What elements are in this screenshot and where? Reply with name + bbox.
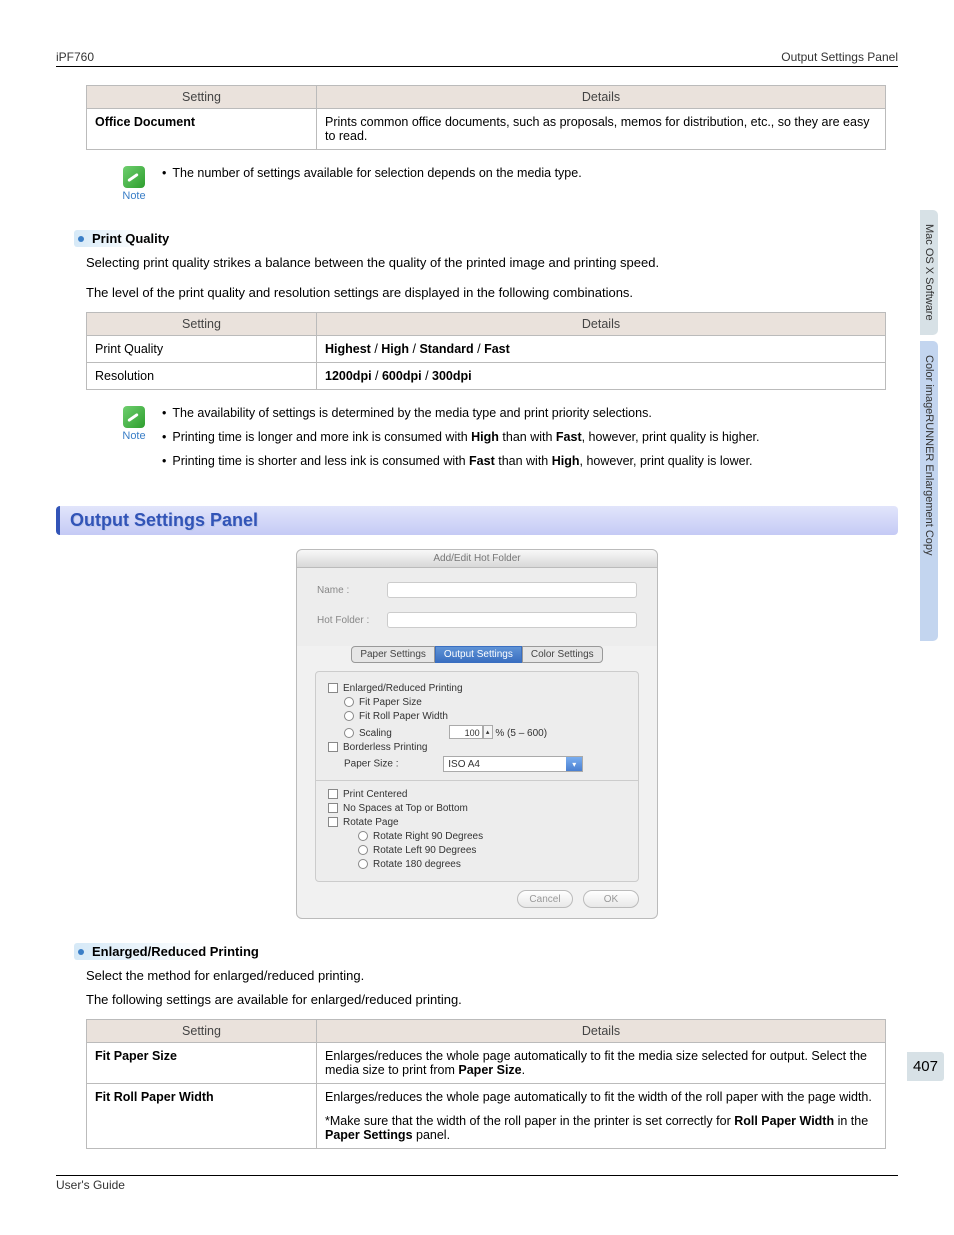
para-er-2: The following settings are available for… bbox=[86, 990, 898, 1010]
scaling-value[interactable]: 100 bbox=[449, 725, 483, 739]
dialog-titlebar: Add/Edit Hot Folder bbox=[297, 550, 657, 568]
scaling-stepper[interactable]: 100▴ bbox=[449, 725, 493, 739]
table-enlarged-reduced: SettingDetails Fit Paper Size Enlarges/r… bbox=[86, 1019, 886, 1149]
th-setting: Setting bbox=[87, 1020, 317, 1043]
para-pq-2: The level of the print quality and resol… bbox=[86, 283, 898, 303]
heading-label: Print Quality bbox=[92, 231, 169, 246]
tabs: Paper Settings Output Settings Color Set… bbox=[317, 646, 637, 663]
note-label: Note bbox=[122, 190, 145, 202]
hotfolder-label: Hot Folder : bbox=[317, 615, 387, 626]
td-fit-roll-details: Enlarges/reduces the whole page automati… bbox=[317, 1084, 886, 1149]
rad-scaling[interactable] bbox=[344, 728, 354, 738]
note-label: Note bbox=[122, 430, 145, 442]
chk-enlarged-label: Enlarged/Reduced Printing bbox=[343, 683, 463, 694]
td-office-doc: Office Document bbox=[87, 109, 317, 150]
tab-paper-settings[interactable]: Paper Settings bbox=[351, 646, 435, 663]
td-fit-roll: Fit Roll Paper Width bbox=[87, 1084, 317, 1149]
rad-fit-roll[interactable] bbox=[344, 711, 354, 721]
tab-output-settings[interactable]: Output Settings bbox=[435, 646, 522, 663]
chk-nospaces-label: No Spaces at Top or Bottom bbox=[343, 803, 468, 814]
td-pq-details: Highest / High / Standard / Fast bbox=[317, 336, 886, 363]
rad-fit-paper[interactable] bbox=[344, 697, 354, 707]
stepper-arrows-icon[interactable]: ▴ bbox=[483, 725, 493, 739]
rad-180[interactable] bbox=[358, 859, 368, 869]
note-block-2: Note The availability of settings is det… bbox=[116, 406, 898, 478]
rad-180-label: Rotate 180 degrees bbox=[373, 859, 461, 870]
chk-centered-label: Print Centered bbox=[343, 789, 407, 800]
td-res: Resolution bbox=[87, 363, 317, 390]
note-block-1: Note The number of settings available fo… bbox=[116, 166, 898, 202]
rad-r90-label: Rotate Right 90 Degrees bbox=[373, 831, 483, 842]
td-pq: Print Quality bbox=[87, 336, 317, 363]
rad-l90[interactable] bbox=[358, 845, 368, 855]
panel-title: Output Settings Panel bbox=[56, 506, 898, 535]
tab-color-settings[interactable]: Color Settings bbox=[522, 646, 603, 663]
table-office-document: SettingDetails Office Document Prints co… bbox=[86, 85, 886, 150]
th-details: Details bbox=[317, 86, 886, 109]
cancel-button[interactable]: Cancel bbox=[517, 890, 573, 908]
note2-line1: The availability of settings is determin… bbox=[162, 406, 898, 420]
th-details: Details bbox=[317, 1020, 886, 1043]
chk-centered[interactable] bbox=[328, 789, 338, 799]
rad-fit-roll-label: Fit Roll Paper Width bbox=[359, 711, 448, 722]
th-setting: Setting bbox=[87, 86, 317, 109]
td-fit-paper: Fit Paper Size bbox=[87, 1043, 317, 1084]
hotfolder-field[interactable] bbox=[387, 612, 637, 628]
note-icon bbox=[123, 406, 145, 428]
dialog-add-edit-hot-folder: Add/Edit Hot Folder Name : Hot Folder : … bbox=[296, 549, 658, 919]
rad-r90[interactable] bbox=[358, 831, 368, 841]
header-left: iPF760 bbox=[56, 50, 94, 64]
heading-print-quality: Print Quality bbox=[74, 230, 173, 247]
td-res-details: 1200dpi / 600dpi / 300dpi bbox=[317, 363, 886, 390]
name-field[interactable] bbox=[387, 582, 637, 598]
rad-l90-label: Rotate Left 90 Degrees bbox=[373, 845, 476, 856]
th-details: Details bbox=[317, 313, 886, 336]
td-fit-paper-details: Enlarges/reduces the whole page automati… bbox=[317, 1043, 886, 1084]
heading-label: Enlarged/Reduced Printing bbox=[92, 944, 259, 959]
bullet-icon bbox=[78, 236, 84, 242]
paper-size-value: ISO A4 bbox=[448, 759, 480, 770]
paper-size-label: Paper Size : bbox=[344, 759, 398, 770]
bullet-icon bbox=[78, 949, 84, 955]
ok-button[interactable]: OK bbox=[583, 890, 639, 908]
paper-size-select[interactable]: ISO A4 ▾ bbox=[443, 756, 583, 772]
note1-line1: The number of settings available for sel… bbox=[162, 166, 898, 180]
note2-line2: Printing time is longer and more ink is … bbox=[162, 430, 898, 444]
footer-left: User's Guide bbox=[56, 1178, 125, 1192]
chk-nospaces[interactable] bbox=[328, 803, 338, 813]
chk-borderless-label: Borderless Printing bbox=[343, 742, 427, 753]
th-setting: Setting bbox=[87, 313, 317, 336]
scaling-suffix: % (5 – 600) bbox=[495, 728, 547, 739]
chk-rotate[interactable] bbox=[328, 817, 338, 827]
heading-enlarged-reduced: Enlarged/Reduced Printing bbox=[74, 943, 263, 960]
page-header: iPF760 Output Settings Panel bbox=[56, 50, 898, 67]
name-label: Name : bbox=[317, 585, 387, 596]
para-er-1: Select the method for enlarged/reduced p… bbox=[86, 966, 898, 986]
chk-enlarged[interactable] bbox=[328, 683, 338, 693]
table-print-quality: SettingDetails Print Quality Highest / H… bbox=[86, 312, 886, 390]
page-footer: User's Guide bbox=[56, 1175, 898, 1192]
note2-line3: Printing time is shorter and less ink is… bbox=[162, 454, 898, 468]
dropdown-arrow-icon: ▾ bbox=[566, 757, 582, 771]
note-icon bbox=[123, 166, 145, 188]
td-office-doc-details: Prints common office documents, such as … bbox=[317, 109, 886, 150]
chk-borderless[interactable] bbox=[328, 742, 338, 752]
header-right: Output Settings Panel bbox=[781, 50, 898, 64]
chk-rotate-label: Rotate Page bbox=[343, 817, 399, 828]
para-pq-1: Selecting print quality strikes a balanc… bbox=[86, 253, 898, 273]
rad-scaling-label: Scaling bbox=[359, 728, 392, 739]
rad-fit-paper-label: Fit Paper Size bbox=[359, 697, 422, 708]
